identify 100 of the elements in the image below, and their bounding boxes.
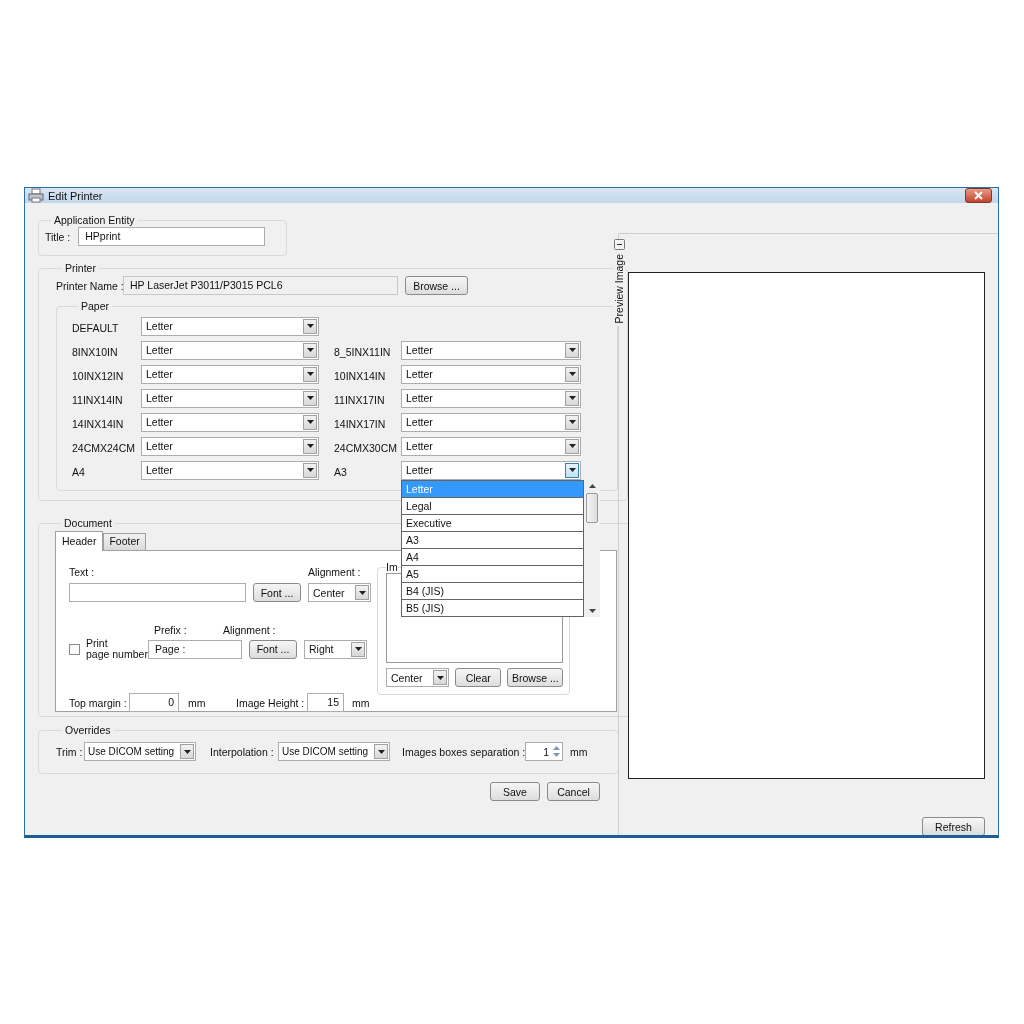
field-label: Text : — [69, 566, 96, 578]
paper-combo[interactable]: Letter — [141, 316, 319, 336]
group-legend: Overrides — [62, 724, 114, 736]
close-button[interactable] — [965, 188, 992, 203]
dropdown-option[interactable]: A4 — [402, 548, 583, 566]
caret-icon — [306, 372, 314, 376]
title-field[interactable]: HPprint — [78, 227, 266, 246]
paper-combo[interactable]: Letter — [401, 388, 581, 408]
paper-size-label: 11INX14IN — [72, 393, 124, 406]
caret-icon — [568, 396, 576, 400]
scroll-down-icon[interactable] — [588, 608, 596, 613]
text-field[interactable] — [69, 583, 246, 602]
paper-size-label: 11INX17IN — [334, 393, 386, 406]
paper-combo[interactable]: Letter — [401, 436, 581, 456]
combo-value: Letter — [405, 392, 434, 404]
combo-value: Letter — [145, 416, 174, 428]
dropdown-option[interactable]: A5 — [402, 565, 583, 583]
spinner-value: 1 — [543, 745, 550, 758]
trim-combo[interactable]: Use DICOM setting — [84, 742, 196, 761]
dropdown-option[interactable]: Executive — [402, 514, 583, 532]
paper-combo[interactable]: Letter — [141, 460, 319, 480]
interpolation-combo[interactable]: Use DICOM setting — [278, 742, 390, 761]
browse-button[interactable]: Browse ... — [507, 668, 563, 687]
caret-icon — [306, 348, 314, 352]
browse-button[interactable]: Browse ... — [405, 276, 468, 295]
alignment-combo[interactable]: Center — [308, 583, 371, 602]
paper-combo[interactable]: Letter — [141, 340, 319, 360]
alignment-combo[interactable]: Center — [386, 668, 450, 687]
font-button[interactable]: Font ... — [249, 639, 297, 659]
paper-combo[interactable]: Letter — [141, 436, 319, 456]
paper-size-label: DEFAULT — [72, 321, 120, 334]
combo-value: Center — [390, 671, 424, 684]
group-legend: Application Entity — [51, 214, 138, 226]
paper-combo[interactable]: Letter — [141, 364, 319, 384]
save-button[interactable]: Save — [490, 782, 540, 801]
dropdown-option[interactable]: A3 — [402, 531, 583, 549]
scroll-thumb[interactable] — [586, 492, 598, 523]
combo-value: Center — [312, 586, 346, 599]
dropdown-option[interactable]: B5 (JIS) — [402, 599, 583, 616]
caret-icon — [306, 324, 314, 328]
caret-icon — [358, 590, 366, 595]
dropdown-option[interactable]: B4 (JIS) — [402, 582, 583, 600]
caret-icon — [306, 396, 314, 400]
caret-icon — [354, 647, 362, 651]
refresh-button[interactable]: Refresh — [922, 817, 985, 835]
clear-button[interactable]: Clear — [455, 668, 501, 687]
cancel-button[interactable]: Cancel — [547, 782, 600, 801]
combo-value: Letter — [145, 320, 174, 332]
top-margin-field[interactable]: 0 — [129, 693, 179, 712]
paper-size-label: 24CMX30CM — [334, 441, 399, 454]
paper-combo[interactable]: Letter — [401, 412, 581, 432]
caret-icon — [306, 444, 314, 448]
field-label: Prefix : — [153, 624, 188, 636]
paper-size-label: 14INX17IN — [334, 417, 387, 430]
paper-combo[interactable]: Letter — [401, 340, 581, 360]
printer-name-field[interactable]: HP LaserJet P3011/P3015 PCL6 — [123, 276, 398, 295]
alignment-combo[interactable]: Right — [304, 639, 367, 659]
paper-combo[interactable]: Letter — [141, 388, 319, 408]
combo-value: Letter — [145, 368, 174, 380]
field-label: Title : — [45, 230, 71, 243]
combo-value: Letter — [405, 344, 434, 356]
combo-value: Letter — [145, 392, 174, 404]
caret-icon — [306, 420, 314, 424]
paper-combo[interactable]: Letter — [141, 412, 319, 432]
scroll-up-icon[interactable] — [588, 483, 596, 488]
paper-size-label: 10INX14IN — [334, 369, 387, 382]
paper-size-label: 24CMX24CM — [72, 441, 137, 454]
caret-icon — [436, 675, 444, 680]
collapse-icon[interactable] — [613, 239, 625, 250]
field-label: Images boxes separation : — [402, 745, 525, 758]
combo-value: Letter — [145, 464, 174, 476]
paper-size-label: A3 — [334, 465, 348, 478]
field-label: Top margin : — [69, 696, 128, 709]
paper-size-label: 14INX14IN — [72, 417, 125, 430]
font-button[interactable]: Font ... — [253, 583, 301, 602]
combo-value: Letter — [405, 368, 434, 380]
spin-arrows-icon[interactable] — [551, 744, 562, 759]
combo-value: Letter — [405, 464, 434, 476]
field-label: Alignment : — [308, 566, 361, 578]
paper-combo[interactable]: Letter — [401, 364, 581, 384]
dropdown-option[interactable]: Legal — [402, 497, 583, 515]
paper-size-label: 10INX12IN — [72, 369, 125, 382]
prefix-field[interactable]: Page : — [148, 639, 242, 659]
separation-spinner[interactable]: 1 — [525, 742, 563, 761]
combo-value: Use DICOM setting — [281, 746, 370, 757]
combo-value: Letter — [145, 440, 174, 452]
field-label: Alignment : — [223, 624, 276, 636]
unit-label: mm — [188, 696, 207, 709]
group-legend: Printer — [62, 262, 99, 274]
caret-icon — [568, 444, 576, 448]
caret-icon — [568, 348, 576, 352]
combo-value: Right — [308, 643, 335, 655]
image-height-field[interactable]: 15 — [307, 693, 344, 712]
checkbox[interactable] — [69, 643, 80, 655]
tab[interactable]: Header — [55, 531, 104, 551]
caret-icon — [568, 420, 576, 424]
checkbox-label: Print page number — [86, 638, 148, 660]
tab[interactable]: Footer — [103, 533, 146, 550]
field-label: Trim : — [56, 745, 84, 758]
close-icon — [974, 191, 983, 200]
